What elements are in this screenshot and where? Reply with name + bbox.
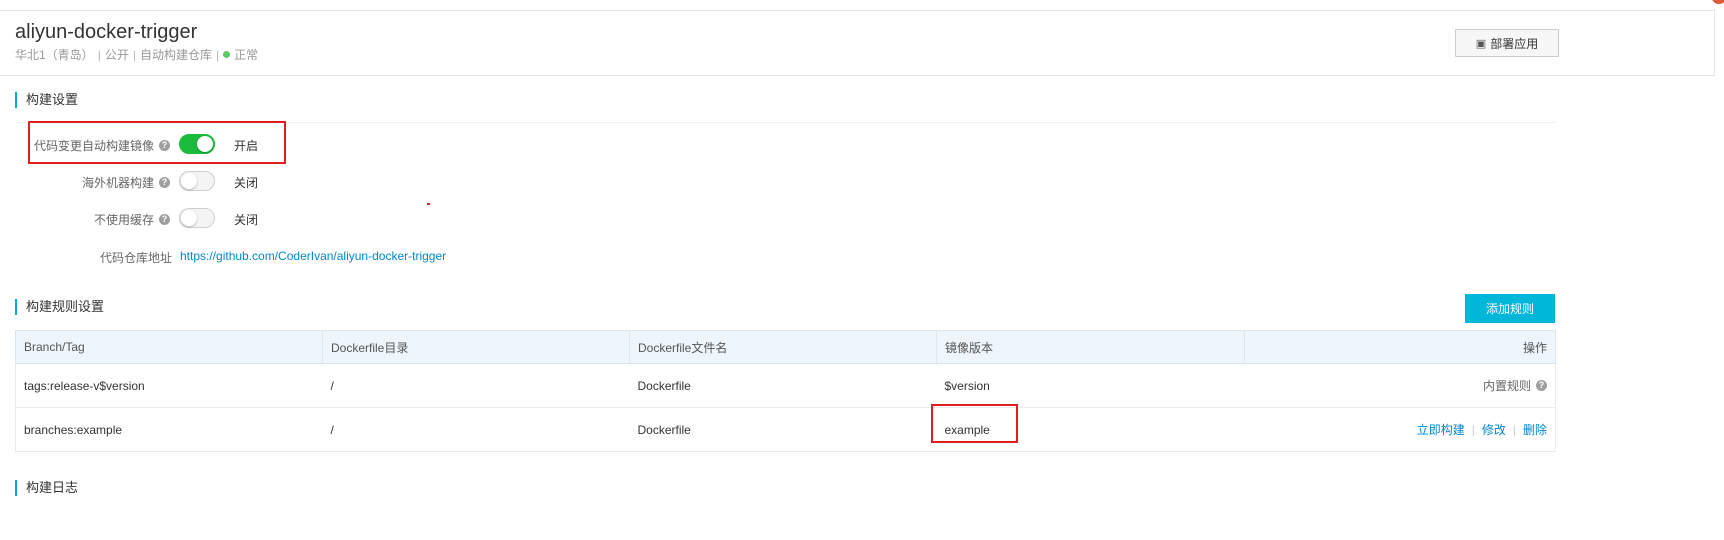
highlight-box (931, 404, 1018, 443)
build-rules-table: Branch/Tag Dockerfile目录 Dockerfile文件名 镜像… (15, 330, 1556, 452)
dockerfile-name-cell: Dockerfile (629, 363, 937, 408)
no-cache-label: 不使用缓存? (30, 211, 170, 228)
add-rule-button[interactable]: 添加规则 (1465, 294, 1555, 323)
red-mark (427, 203, 430, 205)
table-row: tags:release-v$version / Dockerfile $ver… (15, 363, 1556, 408)
cube-icon: ▣ (1475, 37, 1487, 50)
action-cell: 内置规则? (1244, 363, 1556, 408)
column-header: 操作 (1244, 330, 1556, 364)
build-rules-title: 构建规则设置 (15, 299, 104, 315)
branch-tag-cell: tags:release-v$version (15, 363, 323, 408)
repo-type: 自动构建仓库 (139, 48, 212, 62)
repo-title: aliyun-docker-trigger (15, 21, 198, 43)
image-version-cell: $version (936, 363, 1245, 408)
column-header: Branch/Tag (15, 330, 323, 364)
deploy-app-button[interactable]: ▣ 部署应用 (1455, 29, 1559, 57)
dockerfile-name-cell: Dockerfile (629, 407, 937, 452)
repo-header: aliyun-docker-trigger 华北1（青岛） | 公开 | 自动构建仓库 |… (0, 10, 1715, 76)
build-now-link[interactable]: 立即构建 (1417, 423, 1465, 437)
builtin-rule-label: 内置规则 (1482, 379, 1531, 393)
repo-address-link[interactable]: https://github.com/CoderIvan/aliyun-dock… (180, 249, 446, 263)
repo-address-label: 代码仓库地址 (99, 251, 172, 265)
help-icon[interactable]: ? (159, 177, 170, 189)
repo-meta: 华北1（青岛） | 公开 | 自动构建仓库 | 正常 (15, 48, 259, 62)
status-badge: 正常 (234, 48, 259, 62)
build-log-title: 构建日志 (15, 480, 78, 496)
column-header: Dockerfile文件名 (629, 330, 937, 364)
overseas-build-state: 关闭 (234, 176, 259, 190)
no-cache-toggle[interactable] (179, 208, 215, 228)
overseas-build-label: 海外机器构建? (30, 174, 170, 191)
column-header: Dockerfile目录 (322, 330, 630, 364)
build-settings-title: 构建设置 (15, 92, 78, 108)
notification-dot (1712, 0, 1724, 4)
dockerfile-dir-cell: / (322, 407, 630, 452)
edit-link[interactable]: 修改 (1482, 423, 1506, 437)
status-dot-icon (223, 51, 231, 59)
auto-build-state: 开启 (234, 139, 259, 153)
repo-region: 华北1（青岛） (15, 48, 94, 62)
repo-visibility: 公开 (104, 48, 129, 62)
help-icon[interactable]: ? (159, 140, 170, 152)
no-cache-state: 关闭 (234, 213, 259, 227)
branch-tag-cell: branches:example (15, 407, 323, 452)
delete-link[interactable]: 删除 (1523, 423, 1547, 437)
deploy-app-label: 部署应用 (1490, 36, 1539, 51)
help-icon[interactable]: ? (159, 214, 170, 226)
auto-build-label: 代码变更自动构建镜像? (30, 137, 170, 154)
table-row: branches:example / Dockerfile example 立即… (15, 407, 1556, 452)
auto-build-toggle[interactable] (179, 134, 215, 154)
dockerfile-dir-cell: / (322, 363, 630, 408)
action-cell: 立即构建 | 修改 | 删除 (1244, 407, 1556, 452)
help-icon[interactable]: ? (1536, 380, 1547, 392)
table-header-row: Branch/Tag Dockerfile目录 Dockerfile文件名 镜像… (15, 330, 1556, 364)
overseas-build-toggle[interactable] (179, 171, 215, 191)
column-header: 镜像版本 (936, 330, 1245, 364)
